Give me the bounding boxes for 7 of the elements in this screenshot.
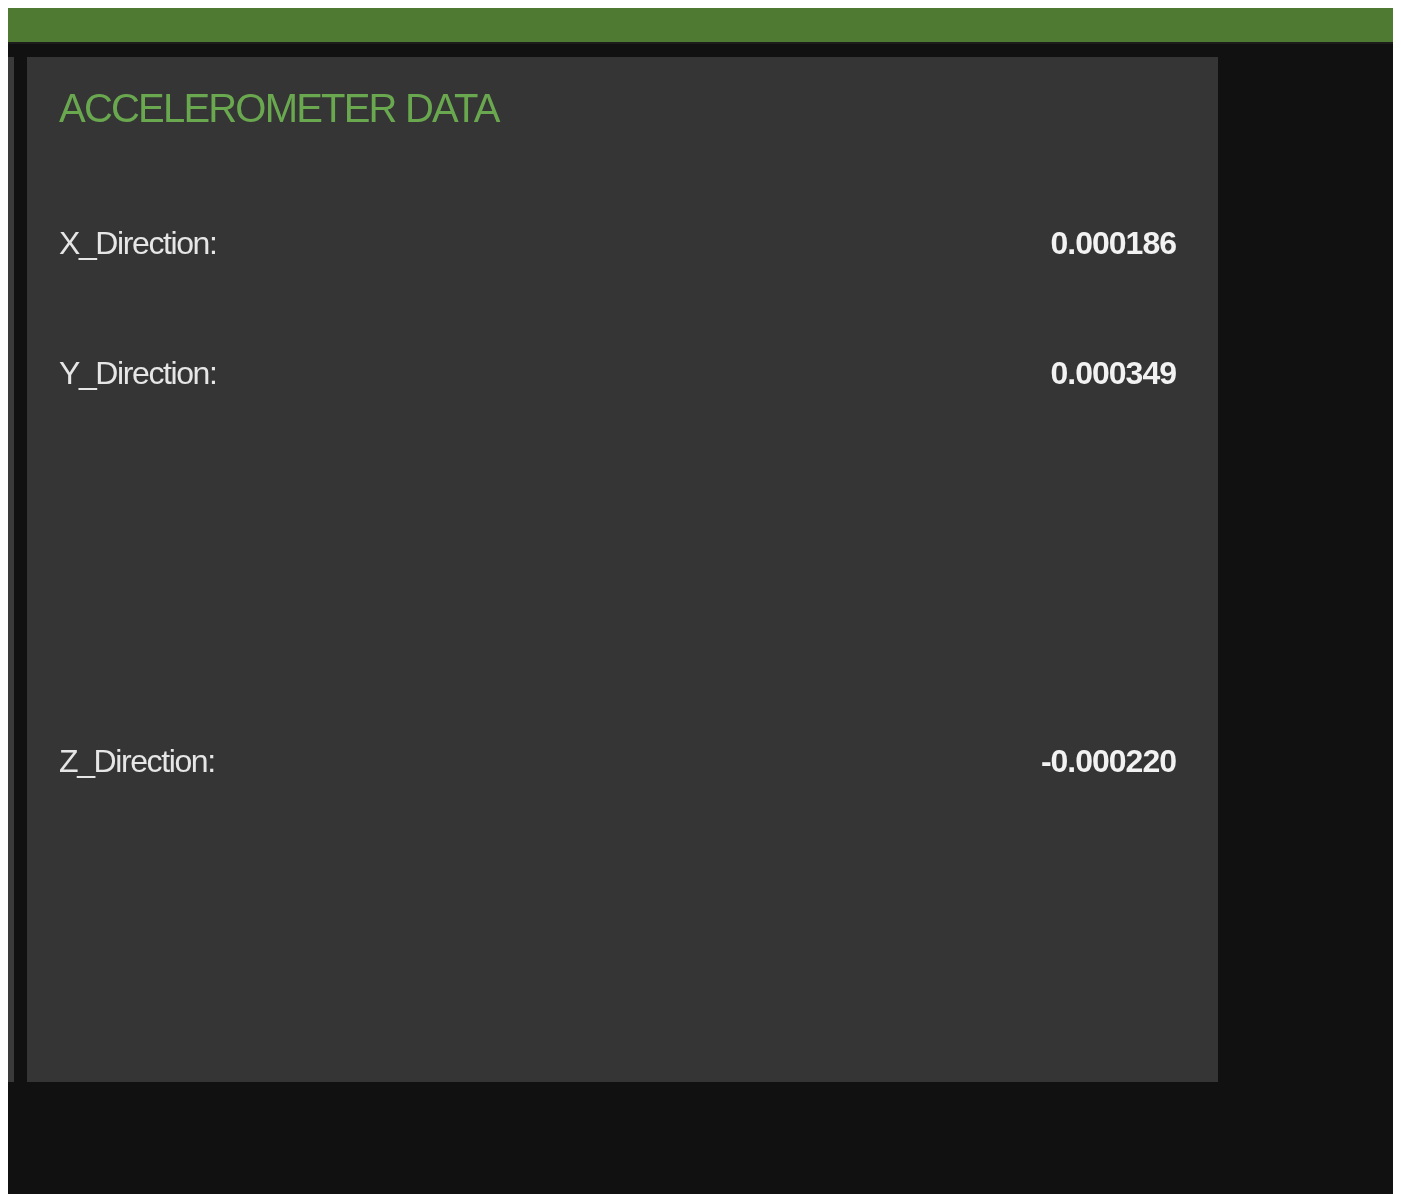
panel-title: ACCELEROMETER DATA	[59, 85, 501, 132]
reading-value: -0.000220	[1040, 742, 1176, 780]
reading-label: Y_Direction:	[59, 354, 217, 392]
reading-label: X_Direction:	[59, 224, 217, 262]
reading-value: 0.000349	[1050, 354, 1176, 392]
reading-label: Z_Direction:	[59, 742, 215, 780]
reading-value: 0.000186	[1050, 224, 1176, 262]
